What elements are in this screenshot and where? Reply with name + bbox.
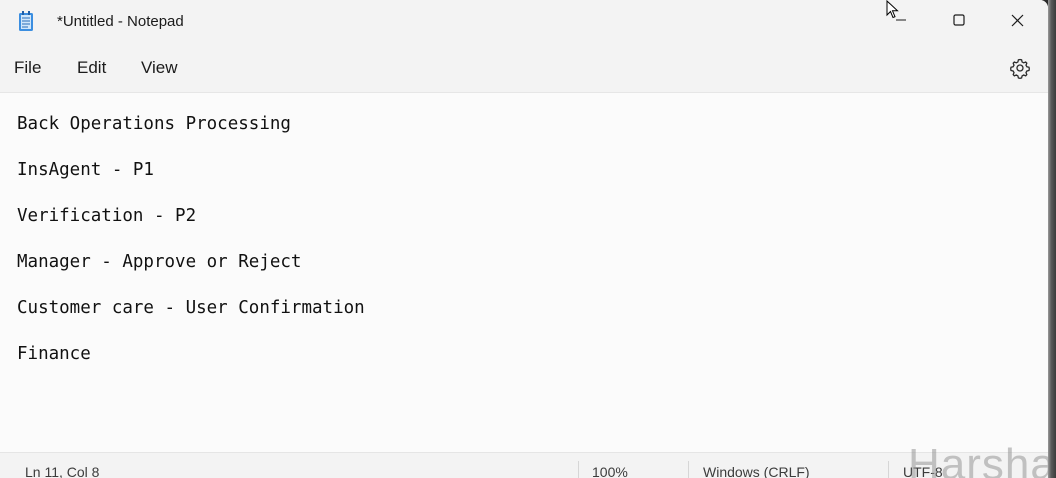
status-bar: Ln 11, Col 8 100% Windows (CRLF) UTF-8 xyxy=(0,452,1048,478)
text-line: Manager - Approve or Reject xyxy=(17,252,302,272)
editor-content: Back Operations Processing InsAgent - P1… xyxy=(17,113,365,389)
maximize-button[interactable] xyxy=(930,0,988,40)
text-line: Customer care - User Confirmation xyxy=(17,298,365,318)
window-title: *Untitled - Notepad xyxy=(57,13,184,30)
cursor-position: Ln 11, Col 8 xyxy=(25,464,100,478)
status-divider xyxy=(688,461,689,478)
zoom-level[interactable]: 100% xyxy=(592,464,628,478)
menu-edit[interactable]: Edit xyxy=(77,58,106,78)
mouse-pointer-icon xyxy=(886,0,899,19)
background-edge xyxy=(1048,0,1056,478)
menu-file[interactable]: File xyxy=(14,58,41,78)
text-line: Verification - P2 xyxy=(17,206,197,226)
text-line: Back Operations Processing xyxy=(17,114,291,134)
menu-view[interactable]: View xyxy=(141,58,178,78)
menu-bar: File Edit View xyxy=(0,44,1048,92)
notepad-icon xyxy=(19,11,33,31)
text-line: InsAgent - P1 xyxy=(17,160,154,180)
gear-icon[interactable] xyxy=(1008,56,1032,80)
close-icon xyxy=(1011,14,1023,26)
maximize-icon xyxy=(953,14,965,26)
status-divider xyxy=(578,461,579,478)
status-divider xyxy=(888,461,889,478)
text-editor[interactable]: Back Operations Processing InsAgent - P1… xyxy=(0,92,1048,453)
minimize-button[interactable] xyxy=(872,0,930,40)
watermark: Harsha xyxy=(908,440,1048,478)
notepad-window: *Untitled - Notepad File Edit View Back … xyxy=(0,0,1048,478)
line-ending[interactable]: Windows (CRLF) xyxy=(703,464,810,478)
text-line: Finance xyxy=(17,344,91,364)
close-button[interactable] xyxy=(988,0,1046,40)
